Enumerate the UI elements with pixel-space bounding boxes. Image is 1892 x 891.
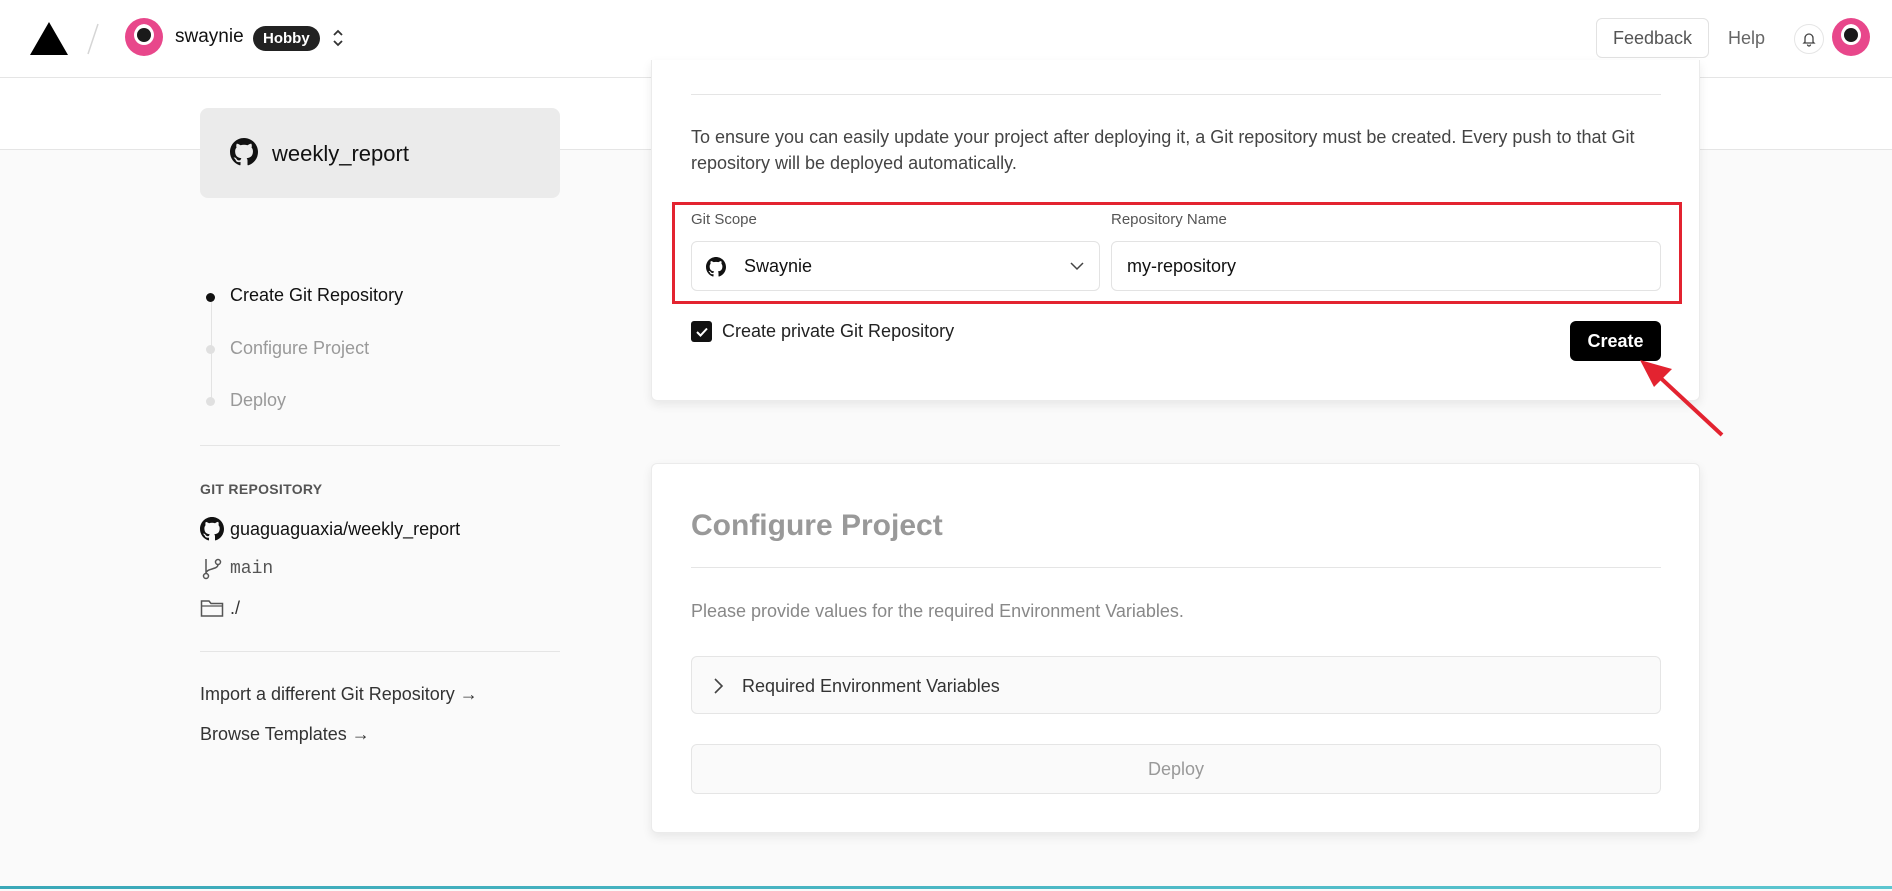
git-scope-value: Swaynie (744, 256, 813, 276)
step-dot (206, 345, 215, 354)
browse-templates-link[interactable]: Browse Templates → (200, 724, 370, 745)
step-dot (206, 397, 215, 406)
git-repo-row[interactable]: guaguaguaxia/weekly_report (200, 517, 460, 541)
notifications-button[interactable] (1794, 24, 1824, 54)
step-deploy: Deploy (230, 390, 287, 410)
repo-card: weekly_report (200, 108, 560, 198)
step-configure-project: Configure Project (230, 338, 370, 358)
private-repo-label[interactable]: Create private Git Repository (722, 321, 954, 342)
branch-name: main (230, 559, 274, 579)
private-repo-checkbox[interactable] (691, 321, 712, 342)
required-env-vars-label: Required Environment Variables (742, 676, 1000, 696)
repository-name-input[interactable] (1111, 241, 1661, 291)
import-different-repo-link[interactable]: Import a different Git Repository → (200, 684, 478, 705)
deploy-button[interactable]: Deploy (691, 744, 1661, 794)
divider (691, 567, 1661, 568)
checkmark-icon (695, 327, 708, 337)
root-dir-row: ./ (200, 597, 240, 619)
git-branch-icon (202, 558, 222, 580)
team-avatar[interactable] (125, 18, 163, 56)
bottom-accent-line (0, 886, 1892, 889)
git-repo-name[interactable]: guaguaguaxia/weekly_report (230, 519, 460, 540)
github-icon (706, 257, 726, 277)
separator-slash (87, 23, 99, 55)
configure-project-card: Configure Project Please provide values … (651, 463, 1700, 833)
chevron-up-down-icon[interactable] (331, 27, 345, 49)
git-scope-label: Git Scope (691, 211, 757, 228)
annotation-arrow-icon (1640, 360, 1724, 437)
divider (200, 445, 560, 446)
vercel-logo-icon[interactable] (30, 22, 68, 55)
repository-name-label: Repository Name (1111, 211, 1227, 228)
feedback-button[interactable]: Feedback (1596, 18, 1709, 58)
divider (200, 651, 560, 652)
chevron-down-icon (1070, 262, 1084, 271)
help-link[interactable]: Help (1728, 28, 1765, 49)
plan-badge: Hobby (253, 26, 320, 51)
chevron-right-icon (714, 678, 724, 694)
configure-description: Please provide values for the required E… (691, 601, 1184, 621)
folder-icon (200, 600, 224, 617)
divider (691, 94, 1661, 95)
git-repository-heading: GIT REPOSITORY (200, 481, 323, 497)
step-create-git-repository: Create Git Repository (230, 285, 404, 305)
step-dot-active (206, 293, 215, 302)
root-dir: ./ (230, 597, 241, 618)
create-git-repository-card: To ensure you can easily update your pro… (651, 60, 1700, 401)
user-avatar[interactable] (1832, 18, 1870, 56)
git-scope-select[interactable]: Swaynie (691, 241, 1100, 291)
branch-row: main (200, 557, 273, 581)
repo-card-name: weekly_report (272, 141, 409, 166)
configure-project-title: Configure Project (691, 509, 943, 542)
github-icon (230, 138, 258, 166)
bell-icon (1802, 33, 1816, 47)
github-icon (200, 517, 224, 541)
username[interactable]: swaynie (175, 26, 244, 48)
required-env-vars-accordion[interactable]: Required Environment Variables (691, 656, 1661, 714)
create-repo-intro: To ensure you can easily update your pro… (691, 127, 1635, 173)
